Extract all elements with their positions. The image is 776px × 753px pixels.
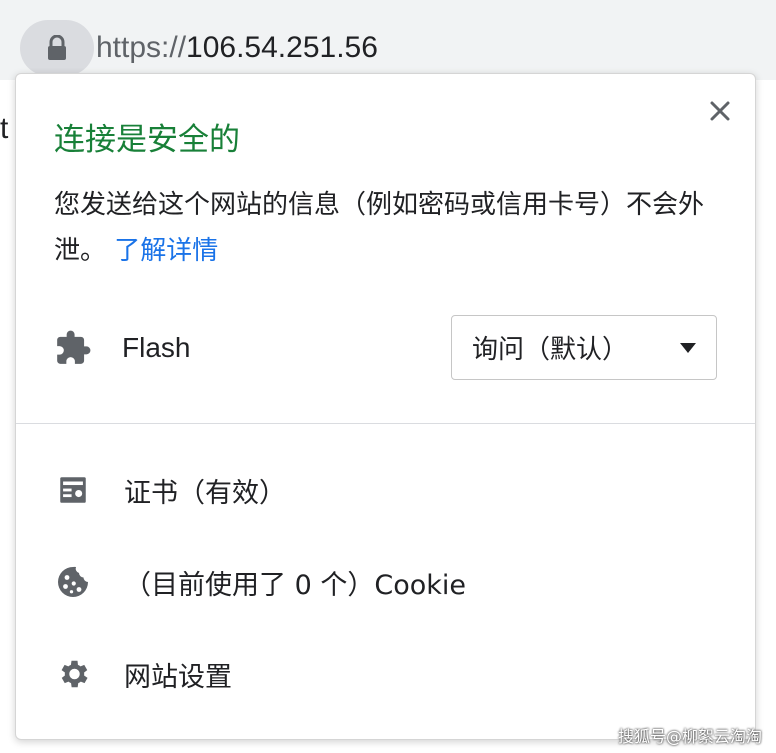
puzzle-piece-icon xyxy=(57,330,91,364)
section-divider xyxy=(16,423,755,424)
site-settings-label: 网站设置 xyxy=(124,661,232,693)
cookie-item[interactable]: （目前使用了 0 个）Cookie xyxy=(54,552,694,612)
flash-select-value: 询问（默认） xyxy=(472,335,629,365)
close-button[interactable] xyxy=(703,94,737,128)
browser-toolbar: https://106.54.251.56 xyxy=(0,0,776,80)
connection-description: 您发送给这个网站的信息（例如密码或信用卡号）不会外泄。 了解详情 xyxy=(54,182,714,274)
page-info-bubble: 连接是安全的 您发送给这个网站的信息（例如密码或信用卡号）不会外泄。 了解详情 … xyxy=(15,73,756,740)
dropdown-arrow-icon xyxy=(680,342,696,353)
learn-more-link[interactable]: 了解详情 xyxy=(114,236,218,266)
site-settings-item[interactable]: 网站设置 xyxy=(54,644,694,704)
certificate-label: 证书（有效） xyxy=(124,477,286,509)
url-host: 106.54.251.56 xyxy=(186,31,378,64)
close-icon xyxy=(710,101,730,121)
connection-status-title: 连接是安全的 xyxy=(54,122,240,158)
cookie-label: （目前使用了 0 个）Cookie xyxy=(124,569,466,601)
site-info-button[interactable] xyxy=(20,20,94,76)
url-scheme: https:// xyxy=(96,31,187,64)
certificate-item[interactable]: 证书（有效） xyxy=(54,460,694,520)
lock-icon xyxy=(48,35,66,60)
omnibox[interactable]: https://106.54.251.56 xyxy=(0,6,776,76)
watermark: 搜狐号@柳絮云淘淘 xyxy=(617,727,762,746)
flash-permission-select[interactable]: 询问（默认） xyxy=(451,315,717,380)
certificate-icon xyxy=(54,471,92,509)
cookie-icon xyxy=(54,563,92,601)
url-text[interactable]: https://106.54.251.56 xyxy=(96,28,378,68)
page-text-fragment: t xyxy=(0,112,9,145)
flash-label: Flash xyxy=(122,332,191,363)
gear-icon xyxy=(54,655,92,693)
